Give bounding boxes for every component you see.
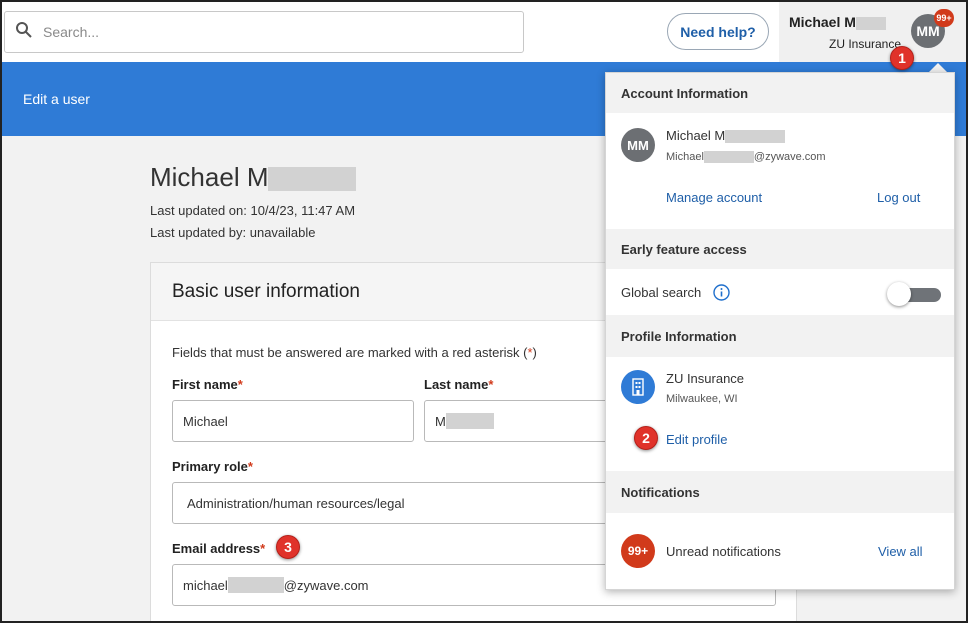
redaction [268, 167, 357, 192]
last-name-label: Last name* [424, 377, 494, 392]
account-dropdown: Account Information MM Michael M Michael… [605, 72, 955, 590]
log-out-link[interactable]: Log out [877, 190, 920, 205]
redaction [445, 413, 494, 429]
user-org: ZU Insurance [829, 37, 902, 51]
account-email: Michael @zywave.com [666, 151, 826, 164]
search-icon [15, 21, 33, 44]
profile-info-heading: Profile Information [606, 315, 954, 357]
last-updated-by: Last updated by: unavailable [150, 225, 316, 240]
notification-count-badge: 99+ [934, 9, 954, 27]
building-icon [621, 370, 655, 404]
toggle-knob [887, 282, 911, 306]
need-help-button[interactable]: Need help? [667, 13, 769, 50]
step-marker-3: 3 [276, 535, 300, 559]
profile-org: ZU Insurance [666, 371, 745, 386]
info-icon[interactable] [713, 284, 730, 306]
user-name: Michael M [789, 14, 886, 30]
top-bar: Need help? Michael M ZU Insurance MM 99+ [2, 2, 966, 62]
edit-profile-link[interactable]: Edit profile [666, 432, 727, 447]
unread-notifications-label: Unread notifications [666, 544, 781, 559]
search-input[interactable] [43, 24, 483, 40]
primary-role-label: Primary role* [172, 459, 253, 474]
profile-location: Milwaukee, WI [666, 393, 738, 405]
view-all-link[interactable]: View all [878, 544, 923, 559]
first-name-label: First name* [172, 377, 243, 392]
manage-account-link[interactable]: Manage account [666, 190, 762, 205]
account-avatar: MM [621, 128, 655, 162]
notification-count: 99+ [621, 534, 655, 568]
global-search-label: Global search [621, 285, 702, 300]
global-search-toggle[interactable] [887, 282, 941, 306]
account-name: Michael M [666, 128, 786, 144]
account-info-heading: Account Information [606, 73, 954, 113]
user-menu[interactable]: Michael M ZU Insurance MM 99+ [779, 2, 966, 62]
required-note: Fields that must be answered are marked … [172, 345, 537, 360]
screen: Need help? Michael M ZU Insurance MM 99+… [0, 0, 968, 623]
email-label: Email address* [172, 541, 266, 556]
first-name-field[interactable]: Michael [172, 400, 414, 442]
notifications-heading: Notifications [606, 471, 954, 513]
redaction [855, 16, 886, 30]
redaction [227, 577, 284, 593]
last-updated-on: Last updated on: 10/4/23, 11:47 AM [150, 203, 356, 218]
search-box[interactable] [4, 11, 524, 53]
page-title: Edit a user [23, 91, 90, 107]
redaction [725, 130, 786, 144]
step-marker-2: 2 [634, 426, 658, 450]
step-marker-1: 1 [890, 46, 914, 70]
early-access-heading: Early feature access [606, 229, 954, 269]
redaction [703, 151, 754, 164]
user-heading: Michael M [150, 162, 357, 193]
